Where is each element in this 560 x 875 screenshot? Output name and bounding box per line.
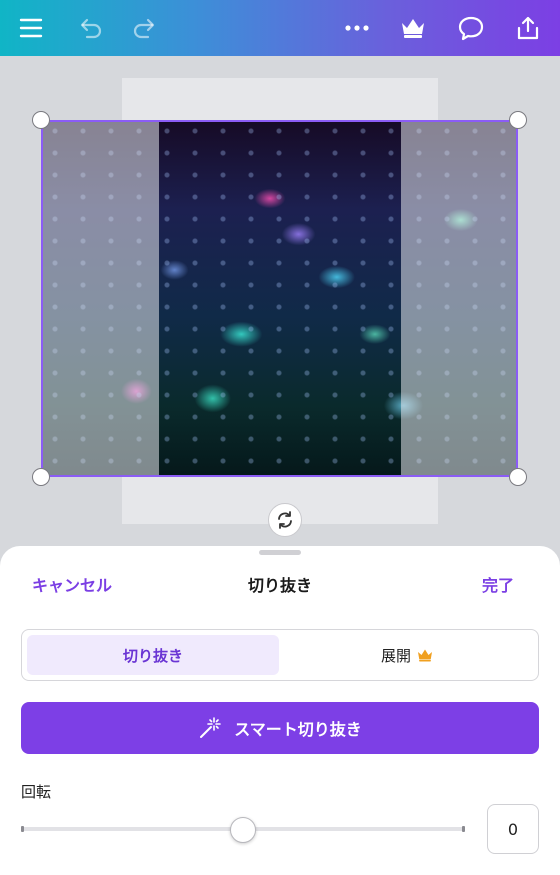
- crop-panel: キャンセル 切り抜き 完了 切り抜き 展開 スマート切り抜き 回転 0: [0, 546, 560, 875]
- rotation-label: 回転: [21, 783, 52, 801]
- crop-canvas: [0, 56, 560, 546]
- smart-crop-label: スマート切り抜き: [234, 720, 362, 739]
- magic-wand-icon: [200, 717, 222, 738]
- crop-mode-tabs: 切り抜き 展開: [21, 629, 539, 681]
- crop-frame[interactable]: [41, 120, 518, 477]
- tab-crop-label: 切り抜き: [122, 646, 183, 665]
- more-icon[interactable]: [339, 10, 375, 46]
- tab-expand-label: 展開: [380, 646, 411, 665]
- comment-icon[interactable]: [453, 10, 489, 46]
- slider-tick-min: [21, 826, 24, 832]
- share-icon[interactable]: [510, 10, 546, 46]
- crop-handle-top-left[interactable]: [32, 111, 50, 129]
- rotation-slider-thumb[interactable]: [230, 817, 256, 843]
- slider-tick-max: [462, 826, 465, 832]
- undo-icon[interactable]: [72, 10, 108, 46]
- sheet-drag-handle[interactable]: [259, 550, 301, 555]
- done-button[interactable]: 完了: [482, 572, 514, 596]
- rotate-button[interactable]: [268, 503, 302, 537]
- menu-icon[interactable]: [13, 10, 49, 46]
- top-toolbar: [0, 0, 560, 56]
- crown-icon[interactable]: [395, 10, 431, 46]
- rotation-value-input[interactable]: 0: [487, 804, 539, 854]
- redo-icon[interactable]: [127, 10, 163, 46]
- crop-handle-top-right[interactable]: [509, 111, 527, 129]
- smart-crop-button[interactable]: スマート切り抜き: [21, 702, 539, 754]
- panel-title: 切り抜き: [247, 576, 312, 595]
- crop-handle-bottom-right[interactable]: [509, 468, 527, 486]
- tab-crop[interactable]: 切り抜き: [27, 635, 279, 675]
- crop-handle-bottom-left[interactable]: [32, 468, 50, 486]
- premium-crown-icon: [418, 649, 432, 662]
- tab-expand[interactable]: 展開: [280, 635, 534, 675]
- rotate-icon: [278, 511, 292, 529]
